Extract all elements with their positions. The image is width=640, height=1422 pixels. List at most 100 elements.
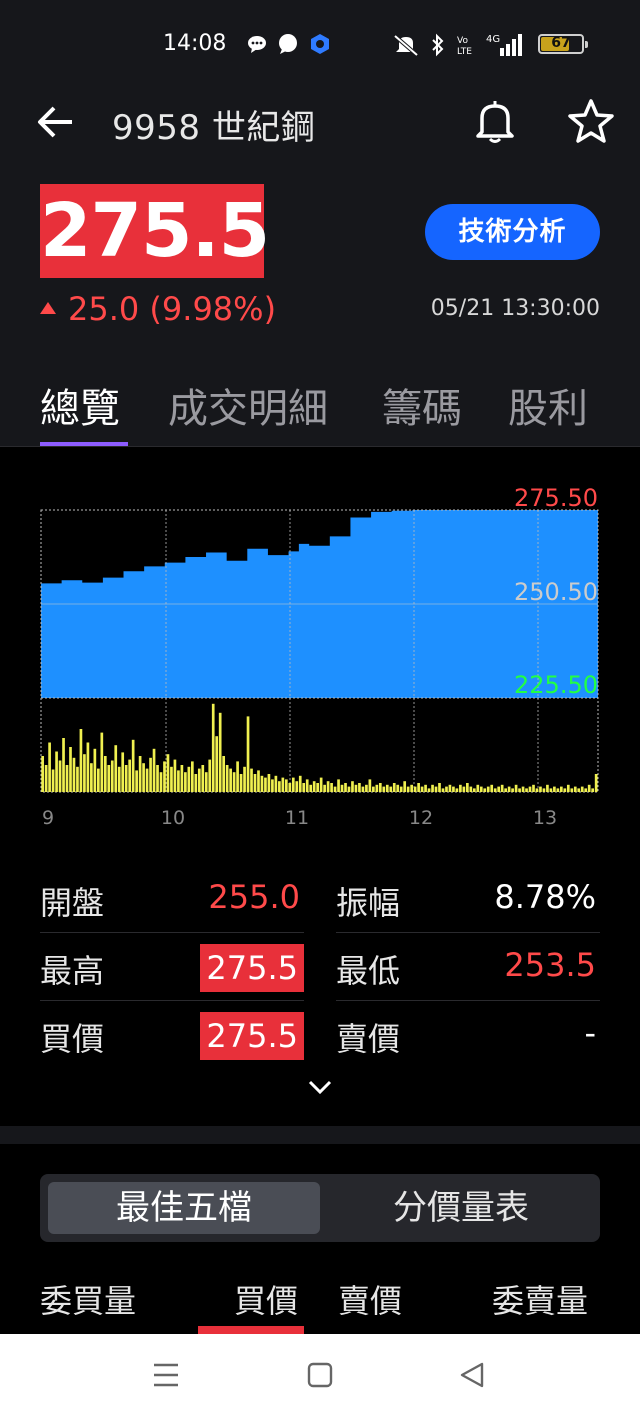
volume-bar [65, 765, 69, 792]
svg-text:Vo: Vo [457, 36, 468, 46]
volume-bar [448, 784, 452, 792]
svg-text:4G: 4G [486, 34, 500, 45]
volume-bar [427, 788, 431, 792]
volume-bar [532, 784, 535, 792]
volume-bar [358, 783, 361, 792]
low-value: 253.5 [504, 946, 596, 984]
volume-bar [546, 784, 549, 792]
home-icon[interactable] [306, 1360, 334, 1390]
col-bid-volume: 委買量 [40, 1282, 137, 1320]
bluetooth-icon [432, 33, 444, 57]
volume-bar [246, 716, 250, 792]
volume-bar [215, 736, 219, 792]
volume-bar [86, 742, 90, 792]
battery-icon: 67 [538, 34, 588, 54]
volume-bar [312, 781, 316, 792]
star-icon[interactable] [566, 98, 616, 144]
volume-bar [184, 772, 187, 792]
tab-trade-details[interactable]: 成交明細 [168, 376, 328, 434]
volume-bar [389, 786, 393, 792]
y-axis-label: 275.50 [514, 484, 598, 512]
volume-bar [594, 774, 598, 792]
intraday-chart[interactable]: 9 10 11 12 13 275.50 250.50 225.50 [0, 447, 640, 847]
volume-bar [566, 784, 570, 792]
volume-bar [135, 770, 138, 792]
signal-icon: 4G [486, 34, 522, 56]
volume-bar [462, 786, 466, 792]
volume-bar [264, 777, 267, 792]
tab-chips[interactable]: 籌碼 [382, 376, 462, 434]
mute-icon [393, 34, 419, 57]
volume-bar [396, 784, 400, 792]
volume-bar [580, 786, 584, 792]
volume-bar [222, 756, 226, 792]
volume-bar [392, 783, 396, 792]
volume-bar [511, 788, 514, 792]
volume-bar [218, 712, 222, 792]
technical-analysis-button[interactable]: 技術分析 [425, 204, 600, 260]
volume-bar [159, 772, 163, 792]
volume-bar [232, 772, 236, 792]
volume-bar [326, 781, 330, 792]
volume-bar [403, 781, 407, 792]
menu-icon[interactable] [152, 1360, 180, 1390]
bid-label: 買價 [40, 1020, 105, 1058]
bell-icon[interactable] [472, 98, 518, 144]
stock-title: 9958 世紀鋼 [112, 108, 316, 148]
y-axis-label: 250.50 [514, 578, 598, 606]
segment-best-five[interactable]: 最佳五檔 [48, 1182, 320, 1234]
volume-bar [170, 766, 173, 792]
volume-bar [173, 759, 177, 792]
volume-bar [490, 784, 494, 792]
back-triangle-icon[interactable] [458, 1360, 486, 1390]
volume-bar [288, 783, 292, 792]
volume-bar [180, 765, 184, 792]
tab-overview[interactable]: 總覽 [40, 376, 120, 434]
volume-bar [466, 783, 469, 792]
chat-bubble-icon [279, 34, 297, 54]
volume-bar [145, 768, 149, 792]
expand-chevron-icon[interactable] [306, 1076, 334, 1100]
volume-bar [225, 765, 229, 792]
col-bid-price: 買價 [234, 1282, 299, 1320]
volume-bar [323, 784, 326, 792]
message-icon [248, 36, 266, 53]
stats-row-high: 最高 275.5 最低 253.5 [40, 934, 600, 1002]
volume-bar [253, 774, 257, 792]
volume-bar [302, 783, 306, 792]
volume-bar [281, 777, 285, 792]
volume-bar [278, 781, 281, 792]
segment-price-volume[interactable]: 分價量表 [330, 1182, 592, 1234]
volume-bar [138, 756, 142, 792]
tab-dividends[interactable]: 股利 [508, 376, 588, 434]
section-tabs: 總覽 成交明細 籌碼 股利 [40, 376, 640, 446]
volume-bar [309, 784, 313, 792]
bid-value: 275.5 [200, 1012, 304, 1060]
status-time: 14:08 [163, 31, 227, 56]
volume-bar [573, 786, 577, 792]
volume-bar [260, 775, 264, 792]
volume-bar [107, 765, 111, 792]
open-label: 開盤 [40, 884, 105, 922]
x-tick-label: 10 [161, 807, 185, 829]
volume-bar [142, 763, 145, 792]
volume-bar [434, 786, 438, 792]
volume-bar [229, 768, 232, 792]
volume-bar [469, 786, 473, 792]
volume-bar [455, 788, 459, 792]
svg-text:LTE: LTE [457, 47, 472, 57]
volume-bar [431, 784, 434, 792]
volume-bar [103, 756, 107, 792]
section-gap [0, 1126, 640, 1144]
amplitude-label: 振幅 [336, 884, 401, 922]
volume-bar [553, 786, 556, 792]
back-arrow-icon[interactable] [36, 104, 76, 140]
volume-bar [476, 784, 480, 792]
volume-bar [483, 788, 487, 792]
volume-bar [201, 765, 205, 792]
volume-bar [472, 788, 476, 792]
volume-bar [236, 761, 239, 792]
volume-bar [375, 784, 379, 792]
app-header-area: 14:08 Vo LTE 4G 67 9958 世紀鋼 275.5 技術分析 25… [0, 0, 640, 447]
volume-bar [354, 784, 358, 792]
